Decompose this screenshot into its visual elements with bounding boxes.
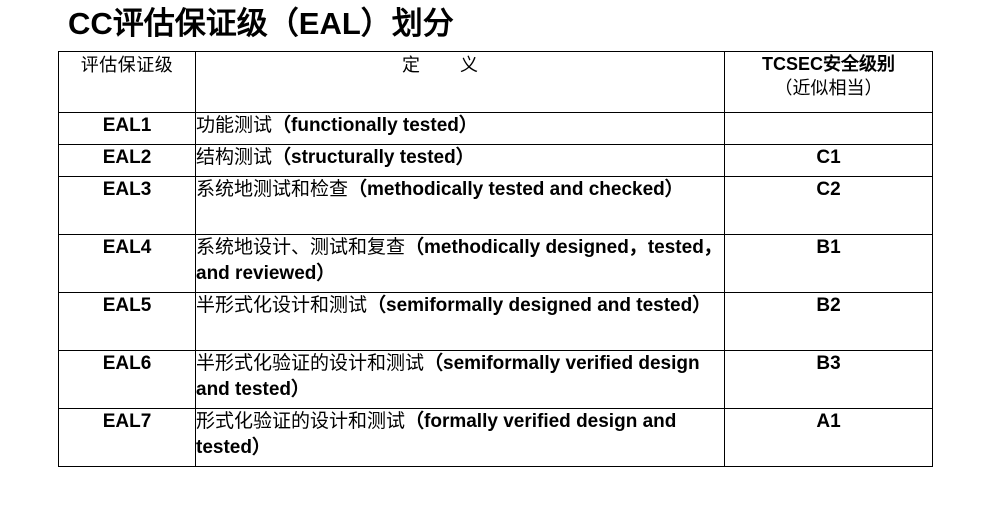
- definition-zh: 半形式化验证的设计和测试: [196, 353, 425, 374]
- level-cell: EAL4: [58, 234, 196, 293]
- definition-cell: 半形式化设计和测试（semiformally designed and test…: [195, 292, 725, 351]
- table-row: EAL1 功能测试（functionally tested）: [58, 112, 933, 145]
- definition-cell: 形式化验证的设计和测试（formally verified design and…: [195, 408, 725, 467]
- definition-zh: 系统地设计、测试和复查: [196, 237, 406, 258]
- tcsec-cell: A1: [724, 408, 933, 467]
- level-cell: EAL2: [58, 144, 196, 177]
- tcsec-cell: B2: [724, 292, 933, 351]
- table-row: EAL2 结构测试（structurally tested） C1: [58, 144, 933, 177]
- level-cell: EAL1: [58, 112, 196, 145]
- definition-en: （structurally tested）: [272, 147, 475, 168]
- table-header-row: 评估保证级 定义 TCSEC安全级别 （近似相当）: [58, 51, 933, 113]
- table-row: EAL6 半形式化验证的设计和测试（semiformally verified …: [58, 350, 933, 409]
- table-row: EAL3 系统地测试和检查（methodically tested and ch…: [58, 176, 933, 235]
- tcsec-cell: B1: [724, 234, 933, 293]
- definition-zh: 形式化验证的设计和测试: [196, 411, 406, 432]
- level-cell: EAL5: [58, 292, 196, 351]
- definition-cell: 系统地测试和检查（methodically tested and checked…: [195, 176, 725, 235]
- tcsec-cell: C1: [724, 144, 933, 177]
- definition-cell: 半形式化验证的设计和测试（semiformally verified desig…: [195, 350, 725, 409]
- page-title: CC评估保证级（EAL）划分: [68, 6, 454, 41]
- table-row: EAL5 半形式化设计和测试（semiformally designed and…: [58, 292, 933, 351]
- definition-en: （functionally tested）: [272, 115, 478, 136]
- table-row: EAL7 形式化验证的设计和测试（formally verified desig…: [58, 408, 933, 467]
- header-tcsec-sub: （近似相当）: [774, 78, 883, 98]
- header-tcsec-main: TCSEC安全级别: [761, 54, 895, 74]
- header-level: 评估保证级: [58, 51, 196, 113]
- header-tcsec: TCSEC安全级别 （近似相当）: [724, 51, 933, 113]
- definition-zh: 半形式化设计和测试: [196, 295, 368, 316]
- tcsec-cell: B3: [724, 350, 933, 409]
- definition-zh: 功能测试: [196, 115, 273, 136]
- definition-cell: 系统地设计、测试和复查（methodically designed，tested…: [195, 234, 725, 293]
- level-cell: EAL6: [58, 350, 196, 409]
- tcsec-cell: C2: [724, 176, 933, 235]
- eal-table: 评估保证级 定义 TCSEC安全级别 （近似相当） EAL1 功能测试（func…: [58, 51, 933, 467]
- level-cell: EAL3: [58, 176, 196, 235]
- level-cell: EAL7: [58, 408, 196, 467]
- header-definition: 定义: [195, 51, 725, 113]
- definition-cell: 功能测试（functionally tested）: [195, 112, 725, 145]
- definition-en: （methodically tested and checked）: [348, 179, 684, 200]
- definition-zh: 系统地测试和检查: [196, 179, 349, 200]
- table-row: EAL4 系统地设计、测试和复查（methodically designed，t…: [58, 234, 933, 293]
- definition-en: （semiformally designed and tested）: [367, 295, 712, 316]
- definition-zh: 结构测试: [196, 147, 273, 168]
- definition-cell: 结构测试（structurally tested）: [195, 144, 725, 177]
- tcsec-cell: [724, 112, 933, 145]
